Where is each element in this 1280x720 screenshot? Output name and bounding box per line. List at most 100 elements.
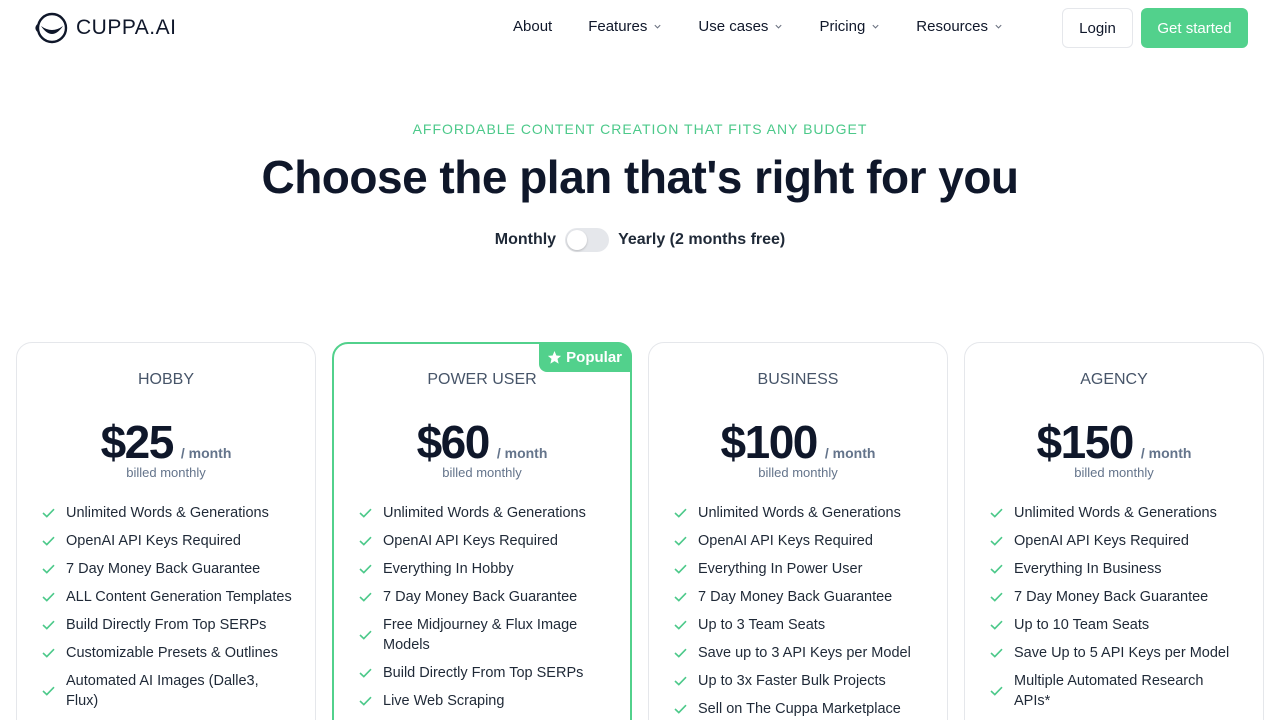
feature-text: Unlimited Words & Generations xyxy=(383,505,586,521)
plan-card-agency[interactable]: AGENCY $150 / month billed monthly Unlimited… xyxy=(964,342,1264,720)
billing-note: billed monthly xyxy=(1074,465,1154,480)
plan-card-business[interactable]: BUSINESS $100 / month billed monthly Unlimit… xyxy=(648,342,948,720)
feature-item: OpenAI API Keys Required xyxy=(674,531,924,551)
feature-text: Everything In Business xyxy=(1014,561,1162,577)
star-icon xyxy=(548,350,562,364)
popular-badge: Popular xyxy=(539,342,632,372)
feature-text: Live Web Scraping xyxy=(383,693,505,709)
plan-card-hobby[interactable]: HOBBY $25 / month billed monthly Unlimited W… xyxy=(16,342,316,720)
nav-item-features[interactable]: Features xyxy=(588,18,662,35)
feature-item: Everything In Hobby xyxy=(359,559,609,579)
feature-text: Customizable Presets & Outlines xyxy=(66,645,278,661)
plan-price: $100 xyxy=(720,416,819,468)
feature-item: OpenAI API Keys Required xyxy=(359,531,609,551)
plan-period: / month xyxy=(1140,445,1192,461)
check-icon xyxy=(674,536,687,546)
monthly-label[interactable]: Monthly xyxy=(495,231,556,249)
login-button[interactable]: Login xyxy=(1062,8,1133,48)
feature-text: Up to 3x Faster Bulk Projects xyxy=(698,673,886,689)
plan-price: $25 xyxy=(100,416,175,468)
feature-item: OpenAI API Keys Required xyxy=(990,531,1240,551)
feature-item: Sell on The Cuppa Marketplace xyxy=(674,699,924,719)
feature-item: Build Directly From Top SERPs xyxy=(359,663,609,683)
check-icon xyxy=(990,620,1003,630)
nav-item-pricing[interactable]: Pricing xyxy=(819,18,880,35)
plan-period: / month xyxy=(824,445,876,461)
billing-note: billed monthly xyxy=(758,465,838,480)
feature-text: 7 Day Money Back Guarantee xyxy=(383,589,578,605)
switch-knob xyxy=(567,230,588,250)
check-icon xyxy=(42,536,55,546)
check-icon xyxy=(674,704,687,714)
plan-name: POWER USER xyxy=(427,371,537,388)
feature-item: Save up to 3 API Keys per Model xyxy=(674,643,924,663)
feature-text: Sell on The Cuppa Marketplace xyxy=(698,701,901,717)
feature-text: Up to 10 Team Seats xyxy=(1014,617,1150,633)
check-icon xyxy=(359,668,372,678)
check-icon xyxy=(674,592,687,602)
billing-note: billed monthly xyxy=(126,465,206,480)
nav-item-label: About xyxy=(513,18,553,35)
chevron-down-icon xyxy=(654,24,661,29)
check-icon xyxy=(359,592,372,602)
main-nav: About Features Use cases Pricing Resourc… xyxy=(513,18,1039,35)
nav-item-label: Use cases xyxy=(698,18,769,35)
feature-item: Up to 10 Team Seats xyxy=(990,615,1240,635)
check-icon xyxy=(42,592,55,602)
feature-text: Build Directly From Top SERPs xyxy=(66,617,267,633)
nav-item-label: Pricing xyxy=(819,18,866,35)
check-icon xyxy=(674,564,687,574)
feature-item: OpenAI API Keys Required xyxy=(42,531,292,551)
plan-card-power-user[interactable]: Popular POWER USER $60 / month billed monthl… xyxy=(332,342,632,720)
nav-item-use-cases[interactable]: Use cases xyxy=(698,18,783,35)
feature-text: Automated AI Images (Dalle3, Flux) xyxy=(66,673,259,709)
feature-item: Free Midjourney & Flux Image Models xyxy=(359,615,609,655)
price-row: $60 / month xyxy=(334,415,630,469)
page-title: Choose the plan that's right for you xyxy=(261,151,1019,203)
feature-list: Unlimited Words & Generations OpenAI API … xyxy=(674,503,924,720)
plan-period: / month xyxy=(496,445,548,461)
feature-list: Unlimited Words & Generations OpenAI API … xyxy=(990,503,1240,719)
chevron-down-icon xyxy=(775,24,783,29)
site-header: CUPPA.AI About Features Use cases Pricin… xyxy=(0,0,1280,56)
price-row: $150 / month xyxy=(965,415,1263,469)
check-icon xyxy=(990,508,1003,518)
feature-list: Unlimited Words & Generations OpenAI API … xyxy=(359,503,609,719)
price-row: $25 / month xyxy=(17,415,315,469)
check-icon xyxy=(990,686,1003,696)
check-icon xyxy=(674,620,687,630)
yearly-label[interactable]: Yearly (2 months free) xyxy=(618,231,785,249)
feature-item: 7 Day Money Back Guarantee xyxy=(674,587,924,607)
check-icon xyxy=(359,696,372,706)
get-started-button[interactable]: Get started xyxy=(1141,8,1248,48)
feature-item: Up to 3x Faster Bulk Projects xyxy=(674,671,924,691)
feature-text: Unlimited Words & Generations xyxy=(1014,505,1217,521)
brand-logo[interactable]: CUPPA.AI xyxy=(34,12,176,44)
feature-list: Unlimited Words & Generations OpenAI API … xyxy=(42,503,292,719)
nav-item-about[interactable]: About xyxy=(513,18,552,35)
feature-item: Unlimited Words & Generations xyxy=(990,503,1240,523)
check-icon xyxy=(990,564,1003,574)
feature-item: 7 Day Money Back Guarantee xyxy=(42,559,292,579)
chevron-down-icon xyxy=(995,24,1002,29)
feature-text: 7 Day Money Back Guarantee xyxy=(1014,589,1209,605)
feature-text: Unlimited Words & Generations xyxy=(698,505,901,521)
check-icon xyxy=(359,630,372,640)
cuppa-logo-icon xyxy=(35,12,68,44)
feature-text: Everything In Hobby xyxy=(383,561,514,577)
feature-item: Customizable Presets & Outlines xyxy=(42,643,292,663)
plan-name: HOBBY xyxy=(137,371,194,388)
feature-item: Everything In Power User xyxy=(674,559,924,579)
nav-item-label: Features xyxy=(588,18,648,35)
feature-text: 7 Day Money Back Guarantee xyxy=(66,561,261,577)
nav-item-resources[interactable]: Resources xyxy=(916,18,1003,35)
check-icon xyxy=(42,620,55,630)
check-icon xyxy=(990,648,1003,658)
check-icon xyxy=(674,676,687,686)
plan-name: BUSINESS xyxy=(757,371,839,388)
feature-item: Multiple Automated Research APIs* xyxy=(990,671,1240,711)
billing-switch[interactable] xyxy=(565,228,610,252)
feature-item: Up to 3 Team Seats xyxy=(674,615,924,635)
feature-text: Unlimited Words & Generations xyxy=(66,505,269,521)
feature-item: Unlimited Words & Generations xyxy=(674,503,924,523)
